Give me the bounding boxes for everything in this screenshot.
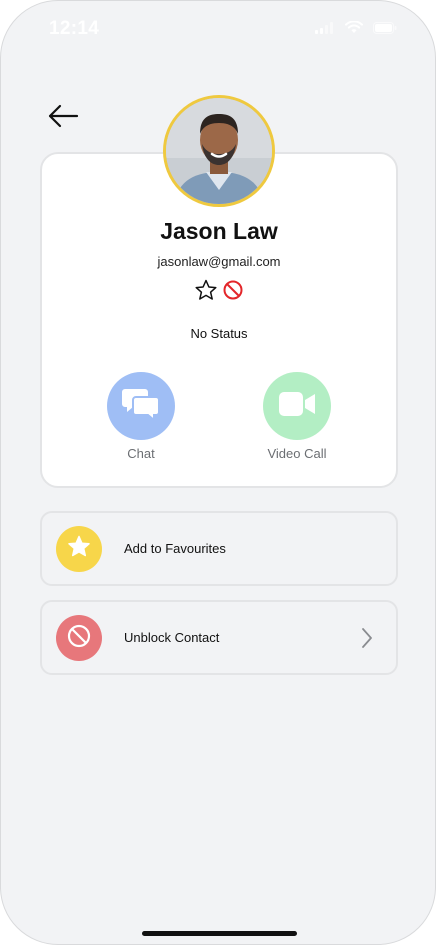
video-camera-icon xyxy=(278,390,316,423)
video-call-label: Video Call xyxy=(267,446,327,461)
blocked-icon xyxy=(222,279,244,306)
cellular-signal-icon xyxy=(315,21,335,39)
contact-badges xyxy=(194,279,244,306)
status-icons xyxy=(315,20,397,39)
unblock-contact-row[interactable]: Unblock Contact xyxy=(40,600,398,675)
chat-button-circle[interactable] xyxy=(107,372,175,440)
contact-status: No Status xyxy=(190,326,248,341)
add-to-favourites-label: Add to Favourites xyxy=(124,541,226,556)
phone-screen: 12:14 Jason Law jasonlaw@gmail.com No St… xyxy=(0,0,436,945)
unblock-contact-label: Unblock Contact xyxy=(124,630,220,645)
chat-button[interactable]: Chat xyxy=(96,372,186,461)
favourite-icon-circle xyxy=(56,526,102,572)
contact-email: jasonlaw@gmail.com xyxy=(157,254,281,269)
star-icon xyxy=(67,535,91,563)
status-bar: 12:14 xyxy=(1,1,435,61)
video-call-button[interactable]: Video Call xyxy=(252,372,342,461)
chat-label: Chat xyxy=(127,446,155,461)
wifi-icon xyxy=(345,20,363,39)
contact-name: Jason Law xyxy=(160,218,278,244)
battery-icon xyxy=(373,21,397,39)
add-to-favourites-row[interactable]: Add to Favourites xyxy=(40,511,398,586)
status-time: 12:14 xyxy=(49,18,100,39)
block-icon xyxy=(66,623,92,654)
chat-bubbles-icon xyxy=(121,386,161,427)
home-indicator[interactable] xyxy=(142,931,297,936)
video-call-button-circle[interactable] xyxy=(263,372,331,440)
star-outline-icon xyxy=(194,279,218,306)
avatar xyxy=(163,95,275,207)
block-icon-circle xyxy=(56,615,102,661)
back-arrow-icon[interactable] xyxy=(45,101,81,131)
chevron-right-icon xyxy=(360,627,374,654)
